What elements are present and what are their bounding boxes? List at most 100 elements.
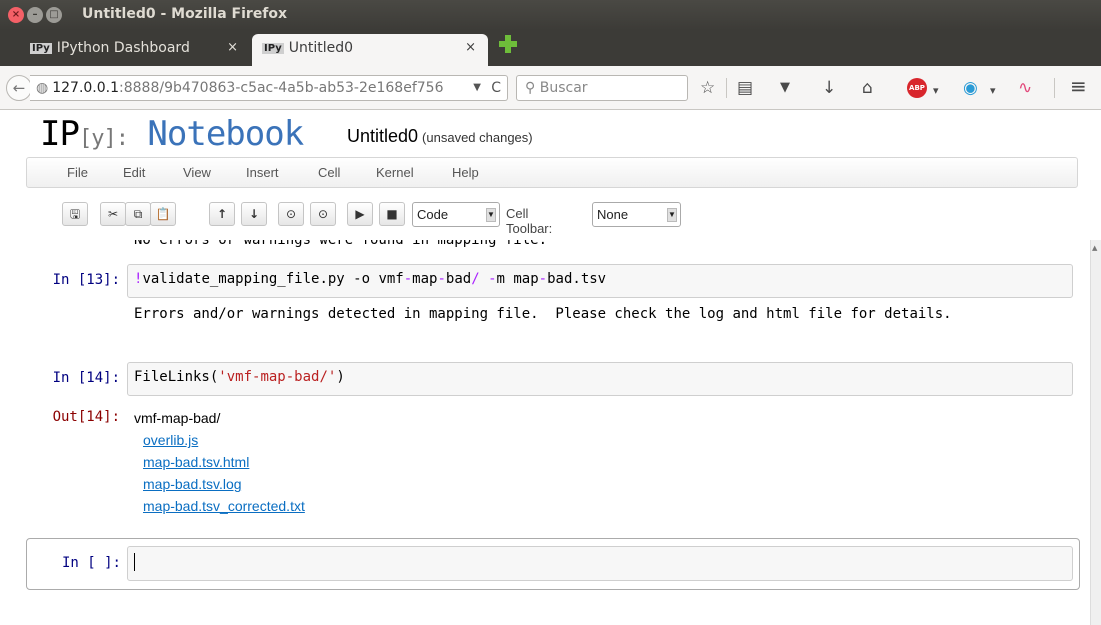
logo-notebook: Notebook: [147, 114, 304, 154]
menu-icon[interactable]: ≡: [1070, 76, 1087, 96]
download-icon[interactable]: ↓: [822, 78, 836, 98]
code-token: -: [538, 271, 548, 287]
save-button[interactable]: 🖫: [62, 202, 88, 226]
insert-above-button[interactable]: ⊙: [278, 202, 304, 226]
stop-button[interactable]: ■: [379, 202, 405, 226]
cut-button[interactable]: ✂: [100, 202, 126, 226]
cell-output-text: Errors and/or warnings detected in mappi…: [134, 306, 952, 322]
menu-file[interactable]: File: [67, 165, 88, 180]
notebook-header: IP[y]: Notebook Untitled0 (unsaved change…: [0, 110, 1101, 240]
insert-below-button[interactable]: ⊙: [310, 202, 336, 226]
adblock-plus-icon[interactable]: ABP: [907, 78, 927, 98]
new-tab-plus-icon[interactable]: [498, 34, 518, 54]
move-down-button[interactable]: ↓: [241, 202, 267, 226]
file-link[interactable]: map-bad.tsv.html: [143, 451, 305, 473]
url-path: :8888/9b470863-c5ac-4a5b-ab53-2e168ef756: [119, 80, 444, 96]
output-prompt: Out[14]:: [52, 409, 120, 425]
notebook-name[interactable]: Untitled0 (unsaved changes): [347, 126, 533, 147]
code-token: 'vmf-map-bad/': [218, 369, 337, 385]
cell-toolbar-select[interactable]: None ▼: [592, 202, 681, 227]
code-cell-input[interactable]: [127, 546, 1073, 581]
file-link[interactable]: map-bad.tsv_corrected.txt: [143, 495, 305, 517]
tab-ipython-dashboard[interactable]: IPy IPython Dashboard ×: [20, 34, 250, 66]
code-token: FileLinks: [134, 369, 210, 385]
menu-edit[interactable]: Edit: [123, 165, 145, 180]
chevron-down-icon: ▼: [667, 208, 677, 222]
reload-icon[interactable]: C: [491, 76, 501, 100]
menu-view[interactable]: View: [183, 165, 211, 180]
input-prompt: In [ ]:: [61, 555, 121, 571]
home-icon[interactable]: ⌂: [862, 78, 873, 98]
tab-strip: IPy IPython Dashboard × IPy Untitled0 ×: [0, 30, 1101, 66]
code-token: ): [336, 369, 345, 385]
run-button[interactable]: ▶: [347, 202, 373, 226]
site-info-icon[interactable]: ◍: [36, 80, 48, 96]
logo-ip: IP: [40, 114, 80, 154]
code-cell-input[interactable]: !validate_mapping_file.py -o vmf-map-bad…: [127, 264, 1073, 298]
file-link[interactable]: map-bad.tsv.log: [143, 473, 305, 495]
notebook-title: Untitled0: [347, 126, 419, 146]
tab-label: Untitled0: [288, 40, 354, 56]
cell-type-value: Code: [417, 207, 449, 222]
back-button[interactable]: ←: [6, 75, 32, 101]
ipython-favicon-icon: IPy: [30, 43, 52, 54]
url-host: 127.0.0.1: [52, 80, 120, 96]
tab-untitled0[interactable]: IPy Untitled0 ×: [252, 34, 488, 66]
selected-cell[interactable]: In [ ]:: [26, 538, 1080, 590]
logo-y: [y]:: [78, 126, 129, 151]
ipython-favicon-icon: IPy: [262, 43, 284, 54]
tab-close-icon[interactable]: ×: [465, 40, 476, 55]
pocket-icon[interactable]: ▼: [780, 78, 790, 98]
addon-globe-icon[interactable]: ◉: [963, 78, 978, 98]
chevron-down-icon: ▼: [486, 208, 496, 222]
window-close-button[interactable]: ×: [8, 7, 24, 23]
search-input[interactable]: ⚲ Buscar: [516, 75, 688, 101]
nav-separator: [1054, 78, 1055, 98]
cut-off-output: No errors or warnings were found in mapp…: [134, 240, 548, 248]
addon-chart-icon[interactable]: ∿: [1018, 78, 1032, 98]
code-token: m: [496, 271, 514, 287]
bookmark-star-icon[interactable]: ☆: [700, 78, 715, 98]
code-token: /: [471, 271, 480, 287]
menu-bar: File Edit View Insert Cell Kernel Help: [26, 157, 1078, 188]
code-token: -: [403, 271, 413, 287]
url-history-dropdown-icon[interactable]: ▼: [473, 76, 481, 100]
adblock-dropdown-icon[interactable]: ▾: [933, 81, 939, 101]
file-links-output: vmf-map-bad/ overlib.js map-bad.tsv.html…: [134, 407, 305, 517]
code-token: -: [488, 271, 497, 287]
addon-dropdown-icon[interactable]: ▾: [990, 81, 996, 101]
window-maximize-button[interactable]: □: [46, 7, 62, 23]
cell-toolbar-label: Cell Toolbar:: [506, 206, 553, 236]
code-token: bad: [445, 271, 472, 287]
code-token: map: [513, 271, 539, 287]
move-up-button[interactable]: ↑: [209, 202, 235, 226]
search-placeholder: Buscar: [539, 80, 588, 96]
input-prompt: In [14]:: [52, 370, 120, 386]
paste-button[interactable]: 📋: [150, 202, 176, 226]
menu-insert[interactable]: Insert: [246, 165, 279, 180]
menu-kernel[interactable]: Kernel: [376, 165, 414, 180]
directory-name: vmf-map-bad/: [134, 410, 221, 426]
code-cell-input[interactable]: FileLinks('vmf-map-bad/'): [127, 362, 1073, 396]
cell-type-select[interactable]: Code ▼: [412, 202, 500, 227]
scroll-up-arrow-icon[interactable]: ▲: [1092, 244, 1100, 254]
file-link[interactable]: overlib.js: [143, 429, 305, 451]
window-titlebar: × – □ Untitled0 - Mozilla Firefox: [0, 0, 1101, 30]
code-token: map: [412, 271, 438, 287]
url-bar[interactable]: ◍ 127.0.0.1:8888/9b470863-c5ac-4a5b-ab53-…: [30, 75, 508, 101]
tab-label: IPython Dashboard: [56, 40, 190, 56]
code-token: validate_mapping_file.py -o vmf: [142, 271, 404, 287]
tab-close-icon[interactable]: ×: [227, 40, 238, 55]
ipython-logo[interactable]: IP[y]: Notebook: [40, 114, 304, 154]
window-minimize-button[interactable]: –: [27, 7, 43, 23]
reading-list-icon[interactable]: ▤: [737, 78, 753, 98]
code-token: -: [437, 271, 446, 287]
window-title: Untitled0 - Mozilla Firefox: [82, 6, 288, 22]
notebook-body[interactable]: No errors or warnings were found in mapp…: [0, 240, 1090, 625]
menu-cell[interactable]: Cell: [318, 165, 340, 180]
notebook-scrollbar[interactable]: ▲: [1090, 240, 1101, 625]
menu-help[interactable]: Help: [452, 165, 479, 180]
copy-button[interactable]: ⧉: [125, 202, 151, 226]
save-status: (unsaved changes): [422, 130, 533, 145]
